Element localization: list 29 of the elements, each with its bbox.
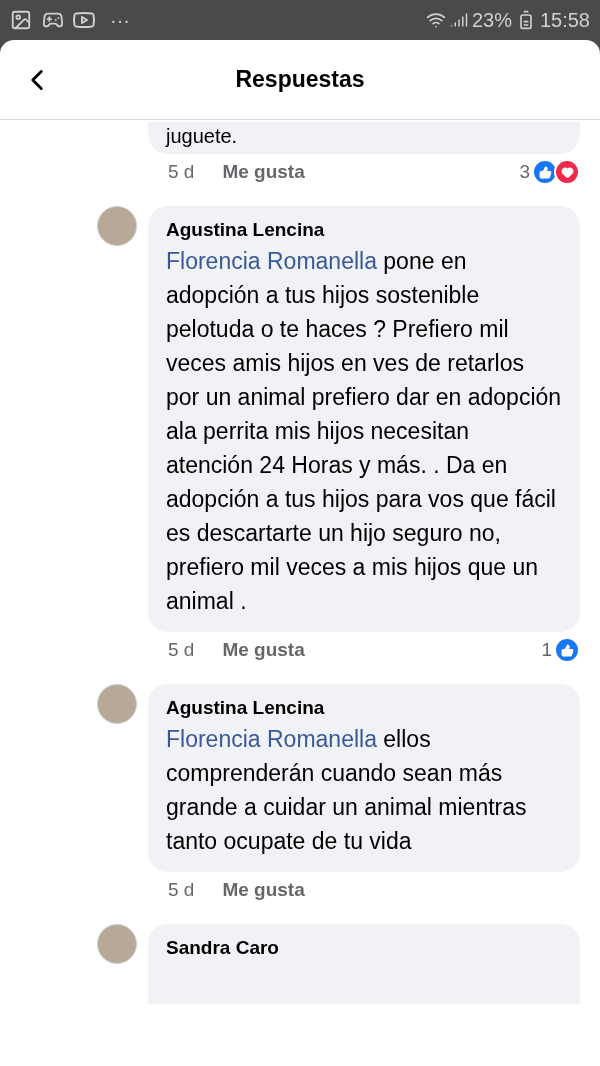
wifi-icon (425, 10, 446, 30)
comment-time: 5 d (168, 877, 195, 902)
comment-time: 5 d (168, 159, 195, 184)
avatar[interactable] (97, 206, 137, 246)
page-title: Respuestas (235, 65, 365, 95)
comment-text: Florencia Romanella pone en adopción a tus hijos sostenible pelotuda o te haces ? Prefiero mil veces amis hijos en ves de retarlos por un animal prefiero dar en adopción ala perrita mis hijos necesitan atención 24 Horas y más. . Da en adopción a tus hijos para vos que fácil es descartarte un hijo seguro no, prefiero mil veces a mis hijos que un animal . (166, 247, 562, 616)
like-reaction-icon (554, 637, 580, 663)
clock: 15:58 (539, 8, 590, 33)
like-link[interactable]: Me gusta (222, 875, 305, 905)
battery-percent: 23% (471, 8, 512, 33)
mention-link[interactable]: Florencia Romanella (166, 726, 377, 752)
like-reaction-icon (532, 159, 558, 185)
comment-text: juguete. (166, 125, 238, 147)
avatar[interactable] (97, 684, 137, 724)
reaction-count: 3 (519, 159, 530, 184)
more-notifications: ··· (110, 8, 130, 33)
heart-reaction-icon (554, 159, 580, 185)
avatar[interactable] (97, 924, 137, 964)
comment-text: Florencia Romanella ellos comprenderán cuando sean más grande a cuidar un animal mientras tanto ocupate de tu vida (166, 725, 528, 856)
comment-author[interactable]: Sandra Caro (166, 937, 279, 958)
like-link[interactable]: Me gusta (222, 157, 305, 187)
comment-author[interactable]: Agustina Lencina (166, 216, 562, 244)
comment-time: 5 d (168, 637, 195, 662)
like-link[interactable]: Me gusta (222, 635, 305, 665)
reaction-count: 1 (541, 637, 552, 662)
mention-link[interactable]: Florencia Romanella (166, 248, 377, 274)
signal-icon (449, 11, 468, 29)
comment-author[interactable]: Agustina Lencina (166, 694, 562, 722)
gallery-icon (10, 9, 32, 31)
